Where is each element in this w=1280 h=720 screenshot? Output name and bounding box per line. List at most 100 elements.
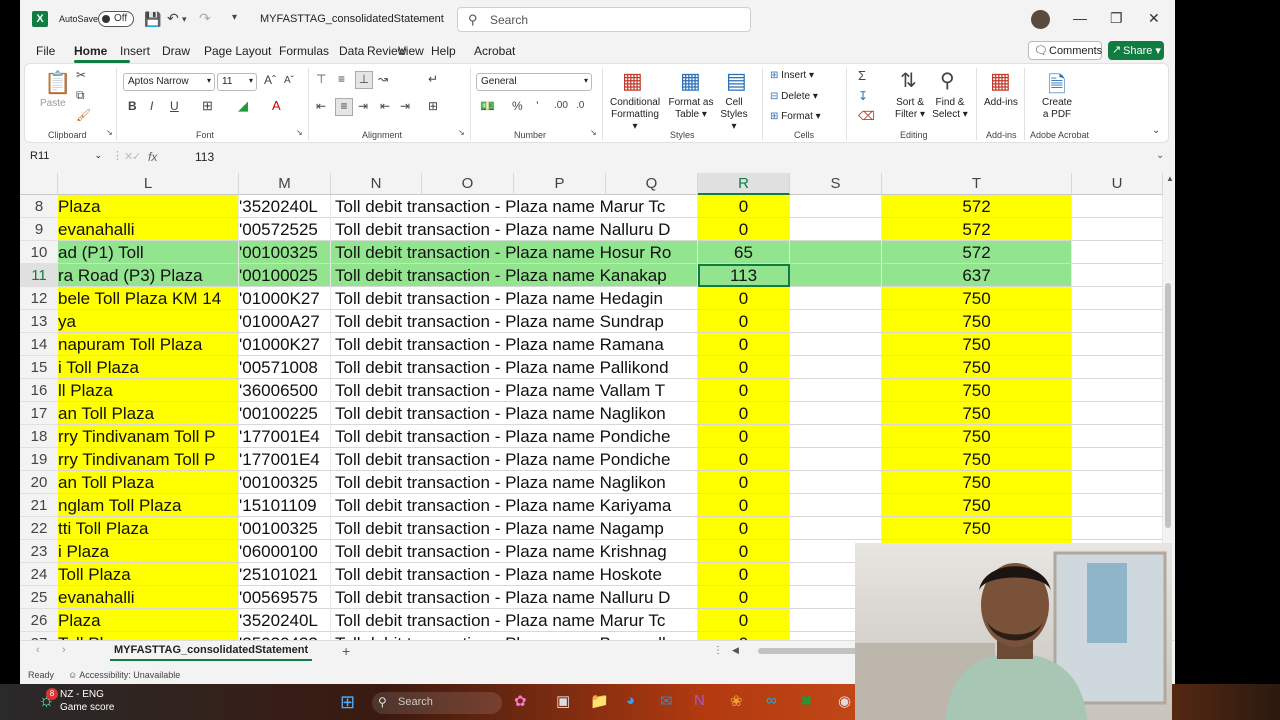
weather-line2[interactable]: Game score bbox=[60, 702, 114, 713]
excel-taskbar-icon[interactable]: ✖ bbox=[800, 692, 813, 710]
cell-plaza-name[interactable]: rry Tindivanam Toll P bbox=[58, 448, 239, 471]
tab-split-icon[interactable]: ⋮ bbox=[713, 645, 723, 656]
scroll-up-icon[interactable]: ▲ bbox=[1166, 174, 1174, 183]
cell-transaction-id[interactable]: '00100325 bbox=[239, 471, 331, 494]
align-center-icon[interactable]: ≡ bbox=[335, 98, 353, 116]
decrease-font-icon[interactable]: Aˇ bbox=[284, 75, 294, 86]
cell-debit-amount[interactable]: 0 bbox=[698, 563, 790, 586]
increase-indent-icon[interactable]: ⇥ bbox=[400, 99, 410, 113]
row-header[interactable]: 13 bbox=[20, 310, 58, 333]
decrease-decimal-icon[interactable]: .0 bbox=[576, 100, 584, 111]
close-icon[interactable]: ✕ bbox=[1148, 10, 1160, 27]
column-header-q[interactable]: Q bbox=[606, 173, 698, 195]
cell-balance[interactable]: 750 bbox=[882, 494, 1072, 517]
cell-balance[interactable]: 750 bbox=[882, 333, 1072, 356]
cell-description[interactable]: Toll debit transaction - Plaza name Nall… bbox=[331, 218, 698, 241]
cell-plaza-name[interactable]: tti Toll Plaza bbox=[58, 517, 239, 540]
cell-debit-amount[interactable]: 0 bbox=[698, 356, 790, 379]
cell-balance[interactable]: 750 bbox=[882, 356, 1072, 379]
app-icon[interactable]: ∞ bbox=[766, 692, 777, 709]
row-header[interactable]: 15 bbox=[20, 356, 58, 379]
cell-empty[interactable] bbox=[1072, 425, 1163, 448]
horizontal-scroll-thumb[interactable] bbox=[758, 648, 868, 654]
row-header[interactable]: 18 bbox=[20, 425, 58, 448]
ribbon-tab[interactable]: Data bbox=[339, 44, 364, 58]
addins-button[interactable]: Add-ins bbox=[984, 97, 1018, 109]
row-header[interactable]: 19 bbox=[20, 448, 58, 471]
cell-plaza-name[interactable]: nglam Toll Plaza bbox=[58, 494, 239, 517]
onenote-icon[interactable]: N bbox=[694, 692, 705, 709]
cell-transaction-id[interactable]: '15101109 bbox=[239, 494, 331, 517]
paste-icon[interactable]: 📋 bbox=[44, 70, 71, 96]
row-header[interactable]: 21 bbox=[20, 494, 58, 517]
cell-debit-amount[interactable]: 0 bbox=[698, 218, 790, 241]
format-as-table-icon[interactable]: ▦ bbox=[680, 68, 701, 94]
cell-transaction-id[interactable]: '00572525 bbox=[239, 218, 331, 241]
row-header[interactable]: 24 bbox=[20, 563, 58, 586]
cell-empty[interactable] bbox=[1072, 471, 1163, 494]
cell-transaction-id[interactable]: '177001E4 bbox=[239, 425, 331, 448]
cell-debit-amount[interactable]: 0 bbox=[698, 609, 790, 632]
cell-plaza-name[interactable]: napuram Toll Plaza bbox=[58, 333, 239, 356]
save-icon[interactable]: 💾 bbox=[144, 11, 161, 28]
cell-debit-amount[interactable]: 0 bbox=[698, 586, 790, 609]
cell-transaction-id[interactable]: '3520240L bbox=[239, 195, 331, 218]
restore-icon[interactable]: ❐ bbox=[1110, 10, 1123, 27]
cell-debit-amount[interactable]: 0 bbox=[698, 333, 790, 356]
cell-debit-amount[interactable]: 0 bbox=[698, 632, 790, 640]
font-color-icon[interactable]: A bbox=[272, 98, 281, 113]
select-all-corner[interactable] bbox=[20, 173, 58, 195]
column-header-n[interactable]: N bbox=[331, 173, 422, 195]
comma-style-icon[interactable]: ’ bbox=[536, 99, 539, 113]
row-header[interactable]: 12 bbox=[20, 287, 58, 310]
underline-icon[interactable]: U bbox=[170, 99, 179, 113]
find-select-button[interactable]: Find & Select ▾ bbox=[932, 97, 968, 121]
cell-transaction-id[interactable]: '00100325 bbox=[239, 517, 331, 540]
prev-sheet-icon[interactable]: ‹ bbox=[36, 644, 40, 656]
cell-plaza-name[interactable]: ll Plaza bbox=[58, 379, 239, 402]
merge-center-icon[interactable]: ⊞ bbox=[428, 99, 438, 113]
expand-formula-bar-icon[interactable]: ⌄ bbox=[1156, 150, 1164, 161]
cell-debit-amount[interactable]: 0 bbox=[698, 448, 790, 471]
cell-balance[interactable]: 572 bbox=[882, 218, 1072, 241]
cell-description[interactable]: Toll debit transaction - Plaza name Hosu… bbox=[331, 241, 698, 264]
cell-plaza-name[interactable]: Toll Plaza bbox=[58, 632, 239, 640]
cell-empty[interactable] bbox=[790, 310, 882, 333]
cell-empty[interactable] bbox=[1072, 310, 1163, 333]
cell-empty[interactable] bbox=[790, 241, 882, 264]
cell-empty[interactable] bbox=[790, 448, 882, 471]
add-sheet-icon[interactable]: + bbox=[342, 643, 350, 659]
font-name-field[interactable]: Aptos Narrow ▾ bbox=[123, 73, 215, 91]
cell-plaza-name[interactable]: Plaza bbox=[58, 195, 239, 218]
cell-debit-amount[interactable]: 0 bbox=[698, 195, 790, 218]
row-header[interactable]: 25 bbox=[20, 586, 58, 609]
next-sheet-icon[interactable]: › bbox=[62, 644, 66, 656]
column-header-r[interactable]: R bbox=[698, 173, 790, 195]
undo-icon[interactable]: ↶ bbox=[167, 10, 179, 27]
cell-debit-amount[interactable]: 0 bbox=[698, 379, 790, 402]
format-as-table-button[interactable]: Format as Table ▾ bbox=[668, 97, 714, 121]
share-button[interactable]: ↗ Share ▾ bbox=[1108, 41, 1164, 60]
cell-plaza-name[interactable]: ra Road (P3) Plaza bbox=[58, 264, 239, 287]
file-name-chevron-icon[interactable]: ⌄ bbox=[416, 13, 424, 24]
cell-plaza-name[interactable]: evanahalli bbox=[58, 218, 239, 241]
cell-plaza-name[interactable]: i Plaza bbox=[58, 540, 239, 563]
number-launcher-icon[interactable]: ↘ bbox=[590, 128, 597, 137]
row-header[interactable]: 8 bbox=[20, 195, 58, 218]
cell-transaction-id[interactable]: '3520240L bbox=[239, 609, 331, 632]
cell-debit-amount[interactable]: 0 bbox=[698, 471, 790, 494]
cell-debit-amount[interactable]: 0 bbox=[698, 494, 790, 517]
cell-debit-amount[interactable]: 0 bbox=[698, 287, 790, 310]
ribbon-tab[interactable]: Help bbox=[431, 44, 456, 58]
file-explorer-icon[interactable]: 📁 bbox=[590, 692, 609, 710]
cell-description[interactable]: Toll debit transaction - Plaza name Nagl… bbox=[331, 471, 698, 494]
cell-balance[interactable]: 750 bbox=[882, 310, 1072, 333]
align-left-icon[interactable]: ⇤ bbox=[316, 99, 326, 113]
ribbon-tab[interactable]: Formulas bbox=[279, 44, 329, 58]
cell-balance[interactable]: 750 bbox=[882, 402, 1072, 425]
conditional-formatting-button[interactable]: Conditional Formatting ▾ bbox=[610, 97, 660, 133]
cell-description[interactable]: Toll debit transaction - Plaza name Pond… bbox=[331, 448, 698, 471]
ribbon-tab[interactable]: View bbox=[398, 44, 424, 58]
cell-plaza-name[interactable]: an Toll Plaza bbox=[58, 471, 239, 494]
ribbon-tab[interactable]: Insert bbox=[120, 44, 150, 58]
